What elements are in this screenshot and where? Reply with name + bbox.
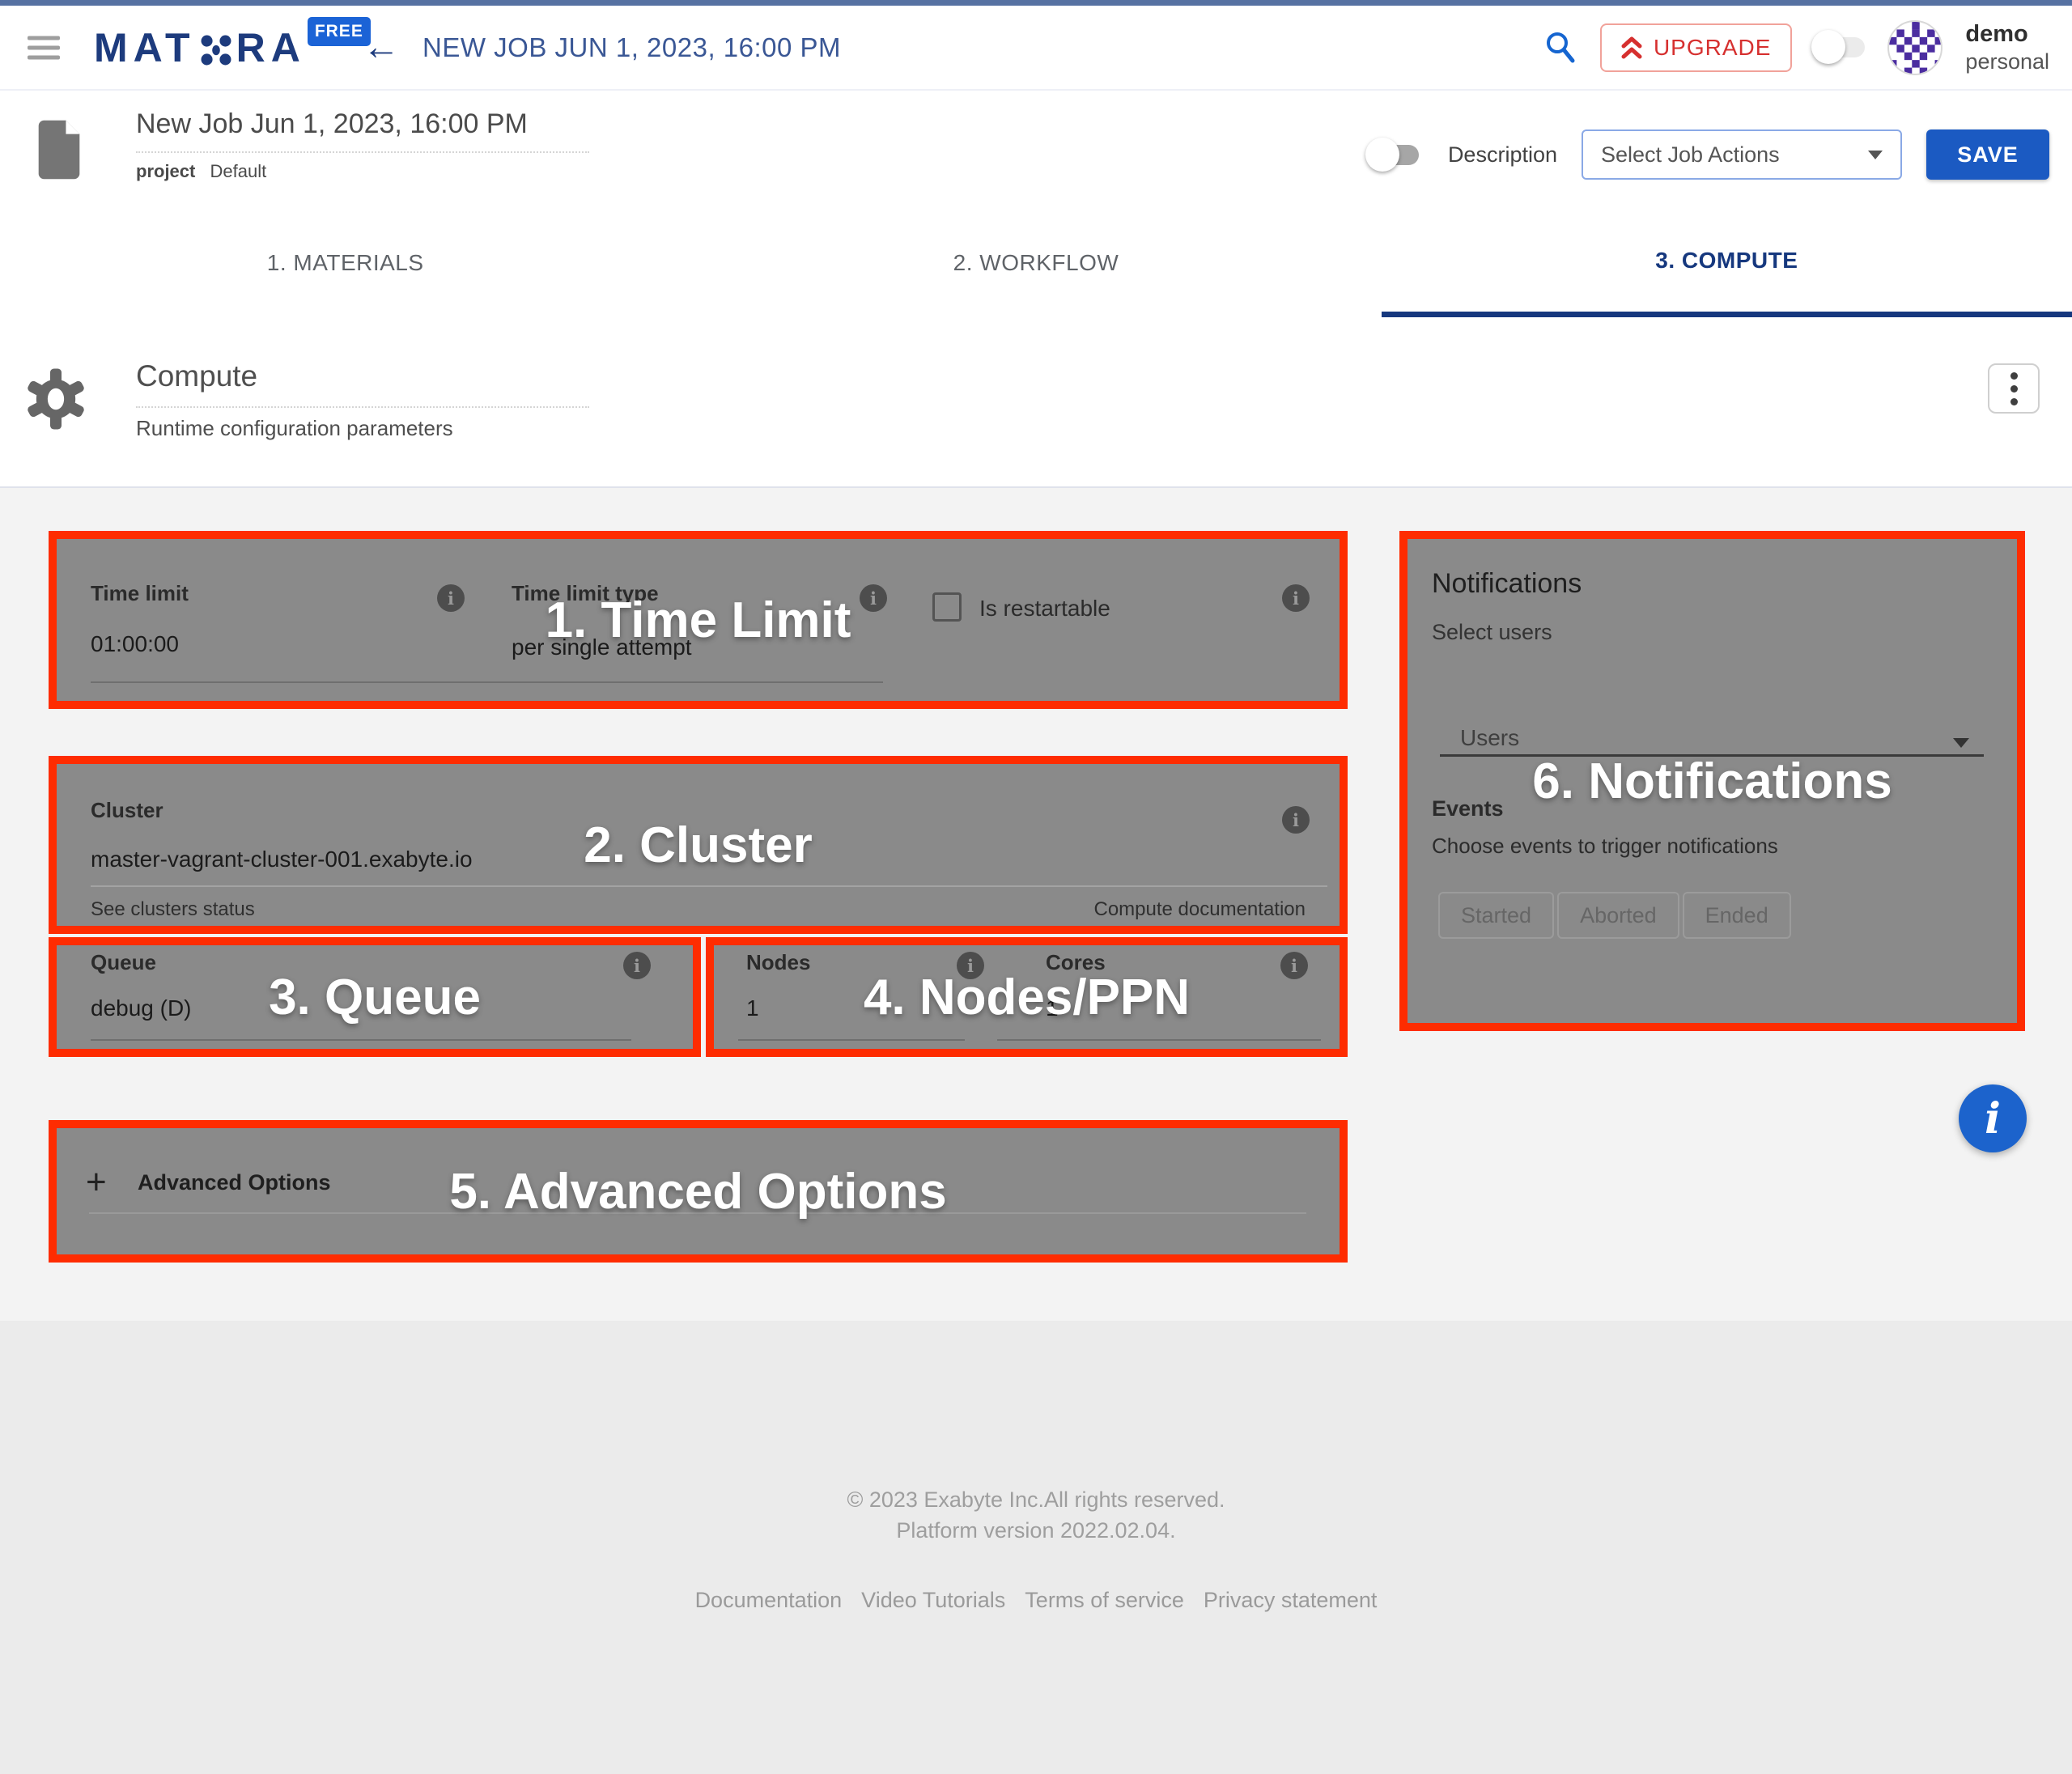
event-aborted-button[interactable]: Aborted — [1557, 892, 1679, 939]
event-buttons: Started Aborted Ended — [1438, 892, 1791, 939]
events-label: Events — [1432, 796, 1504, 821]
is-restartable-info-icon[interactable]: i — [1282, 584, 1310, 612]
annotated-region-advanced: + Advanced Options 5. Advanced Options — [49, 1120, 1348, 1263]
free-badge: FREE — [308, 17, 371, 46]
avatar[interactable] — [1887, 20, 1942, 75]
job-title-block: New Job Jun 1, 2023, 16:00 PM project De… — [136, 108, 589, 182]
cores-label: Cores — [1046, 950, 1106, 975]
annotated-region-queue: Queue i debug (D) 3. Queue — [49, 937, 701, 1057]
clusters-status-link[interactable]: See clusters status — [91, 898, 255, 921]
project-value: Default — [210, 161, 266, 181]
job-actions-select[interactable]: Select Job Actions — [1582, 129, 1902, 180]
document-icon — [37, 118, 81, 185]
compute-section-header: Compute Runtime configuration parameters — [0, 317, 2072, 487]
annotated-region-cluster: Cluster i master-vagrant-cluster-001.exa… — [49, 756, 1348, 934]
job-controls: Description Select Job Actions SAVE — [1369, 129, 2049, 180]
expand-plus-icon[interactable]: + — [86, 1162, 107, 1203]
upgrade-label: UPGRADE — [1654, 35, 1771, 61]
cluster-info-icon[interactable]: i — [1282, 806, 1310, 834]
more-options-button[interactable] — [1988, 363, 2040, 414]
logo-3-glyph-icon — [198, 32, 234, 68]
footer-copyright: © 2023 Exabyte Inc.All rights reserved. — [0, 1488, 2072, 1513]
nodes-input[interactable]: 1 — [746, 995, 759, 1021]
users-chevron-down-icon[interactable] — [1953, 738, 1969, 748]
advanced-options-label[interactable]: Advanced Options — [138, 1170, 331, 1195]
queue-info-icon[interactable]: i — [623, 952, 651, 979]
time-limit-label: Time limit — [91, 581, 189, 606]
footer-link-terms[interactable]: Terms of service — [1025, 1588, 1184, 1613]
users-select-label[interactable]: Users — [1460, 725, 1519, 751]
compute-documentation-link[interactable]: Compute documentation — [1094, 898, 1306, 921]
annotated-region-notifications: Notifications Select users Users Events … — [1399, 531, 2025, 1031]
event-ended-button[interactable]: Ended — [1683, 892, 1791, 939]
events-hint: Choose events to trigger notifications — [1432, 834, 1778, 859]
logo-suffix: RA — [236, 24, 306, 71]
gear-icon — [24, 366, 87, 436]
navbar-inner: MAT RA FREE ← NEW JOB JUN 1, 2023, 16:00… — [0, 6, 2072, 89]
is-restartable-label: Is restartable — [979, 596, 1110, 622]
queue-select[interactable]: debug (D) — [91, 995, 192, 1021]
annotation-time-limit: 1. Time Limit — [57, 539, 1340, 701]
cluster-label: Cluster — [91, 798, 163, 823]
notifications-title: Notifications — [1432, 568, 1582, 600]
event-started-button[interactable]: Started — [1438, 892, 1554, 939]
notifications-subtitle: Select users — [1432, 620, 1552, 645]
compute-section-title: Compute — [136, 359, 589, 408]
job-header: New Job Jun 1, 2023, 16:00 PM project De… — [0, 91, 2072, 209]
top-navbar: MAT RA FREE ← NEW JOB JUN 1, 2023, 16:00… — [0, 0, 2072, 91]
logo-text: MAT — [94, 24, 196, 71]
footer-link-video-tutorials[interactable]: Video Tutorials — [861, 1588, 1005, 1613]
cores-info-icon[interactable]: i — [1280, 952, 1308, 979]
time-limit-input[interactable]: 01:00:00 — [91, 631, 179, 657]
footer-version: Platform version 2022.02.04. — [0, 1518, 2072, 1543]
time-limit-info-icon[interactable]: i — [437, 584, 465, 612]
is-restartable-checkbox[interactable] — [932, 592, 962, 622]
cores-input[interactable]: 1 — [1046, 995, 1059, 1021]
project-row: project Default — [136, 161, 589, 182]
nodes-label: Nodes — [746, 950, 810, 975]
description-toggle[interactable] — [1369, 145, 1419, 165]
annotation-notifications: 6. Notifications — [1408, 539, 2017, 1023]
footer-background — [0, 1321, 2072, 1774]
app-logo[interactable]: MAT RA FREE — [94, 24, 371, 71]
page-title: NEW JOB JUN 1, 2023, 16:00 PM — [422, 32, 841, 63]
double-chevron-up-icon — [1621, 36, 1642, 60]
save-button[interactable]: SAVE — [1926, 129, 2049, 180]
help-info-button[interactable]: i — [1959, 1084, 2027, 1152]
tab-compute[interactable]: 3. COMPUTE — [1382, 209, 2072, 317]
navbar-right: UPGRADE — [1543, 6, 2049, 89]
user-info[interactable]: demo personal — [1965, 19, 2049, 76]
job-actions-label: Select Job Actions — [1601, 142, 1780, 168]
menu-icon[interactable] — [28, 30, 63, 65]
footer-link-privacy[interactable]: Privacy statement — [1204, 1588, 1378, 1613]
cluster-select[interactable]: master-vagrant-cluster-001.exabyte.io — [91, 847, 473, 872]
footer-link-documentation[interactable]: Documentation — [695, 1588, 843, 1613]
nodes-info-icon[interactable]: i — [957, 952, 984, 979]
search-icon[interactable] — [1543, 30, 1577, 66]
description-label: Description — [1448, 142, 1557, 168]
users-select-underline — [1440, 754, 1984, 757]
back-arrow-icon[interactable]: ← — [363, 23, 400, 67]
job-title[interactable]: New Job Jun 1, 2023, 16:00 PM — [136, 108, 589, 153]
user-account: personal — [1965, 49, 2049, 76]
upgrade-button[interactable]: UPGRADE — [1600, 23, 1792, 72]
queue-label: Queue — [91, 950, 156, 975]
tab-materials[interactable]: 1. MATERIALS — [0, 209, 690, 317]
page: MAT RA FREE ← NEW JOB JUN 1, 2023, 16:00… — [0, 0, 2072, 1774]
compute-section-subtitle: Runtime configuration parameters — [136, 416, 589, 441]
time-limit-type-select[interactable]: per single attempt — [512, 634, 692, 660]
wizard-tabs: 1. MATERIALS 2. WORKFLOW 3. COMPUTE — [0, 209, 2072, 317]
time-limit-type-info-icon[interactable]: i — [860, 584, 887, 612]
theme-toggle[interactable] — [1815, 37, 1865, 57]
compute-title-block: Compute Runtime configuration parameters — [136, 359, 589, 441]
time-limit-type-label: Time limit type — [512, 581, 659, 606]
project-label: project — [136, 161, 195, 181]
chevron-down-icon — [1868, 151, 1883, 159]
annotated-region-time-limit: Time limit i 01:00:00 Time limit type i … — [49, 531, 1348, 709]
footer-links: Documentation Video Tutorials Terms of s… — [0, 1588, 2072, 1613]
tab-workflow[interactable]: 2. WORKFLOW — [690, 209, 1381, 317]
annotated-region-nodes: Nodes i 1 Cores i 1 4. Nodes/PPN — [706, 937, 1348, 1057]
user-name: demo — [1965, 19, 2049, 49]
